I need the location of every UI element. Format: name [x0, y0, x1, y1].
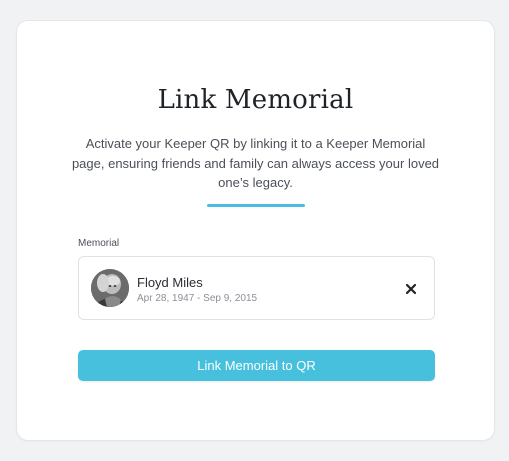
link-memorial-to-qr-button[interactable]: Link Memorial to QR: [78, 350, 435, 381]
memorial-dates: Apr 28, 1947 - Sep 9, 2015: [137, 293, 258, 304]
clear-selection-button[interactable]: [400, 278, 422, 300]
avatar: [91, 269, 129, 307]
title-divider: [207, 204, 305, 207]
link-memorial-card: Link Memorial Activate your Keeper QR by…: [16, 20, 495, 441]
memorial-select-field[interactable]: Floyd Miles Apr 28, 1947 - Sep 9, 2015: [78, 256, 435, 320]
close-icon: [405, 283, 417, 295]
page-description: Activate your Keeper QR by linking it to…: [71, 136, 440, 190]
page-title: Link Memorial: [157, 85, 354, 115]
memorial-name: Floyd Miles: [137, 275, 203, 290]
memorial-field-label: Memorial: [78, 238, 120, 249]
portrait-photo-icon: [91, 269, 129, 307]
